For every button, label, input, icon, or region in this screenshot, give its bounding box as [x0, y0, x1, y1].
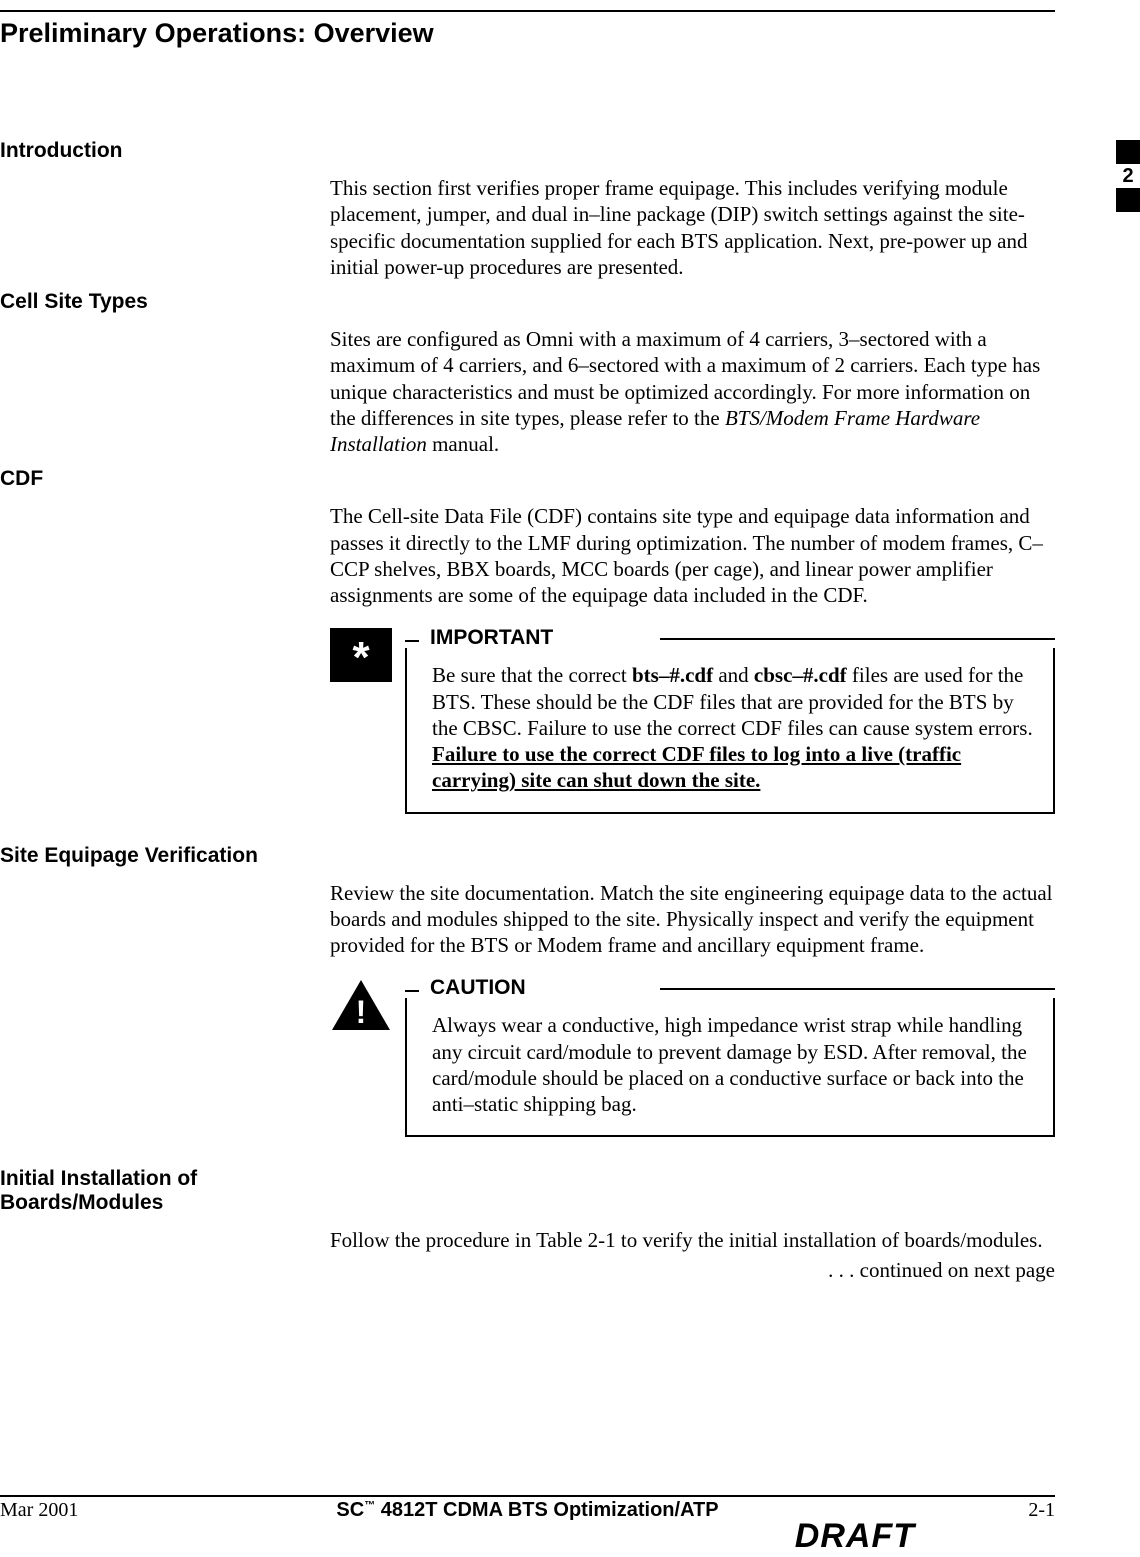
footer-page-number: 2-1 [1028, 1499, 1055, 1522]
svg-text:!: ! [356, 994, 367, 1030]
heading-site-equipage: Site Equipage Verification [0, 844, 1055, 868]
important-pre: Be sure that the correct [432, 663, 632, 687]
intro-body: This section first verifies proper frame… [330, 175, 1055, 280]
star-icon: * [330, 628, 392, 682]
caution-title: CAUTION [430, 976, 526, 999]
important-warning: Failure to use the correct CDF files to … [432, 742, 961, 792]
chapter-tab: 2 [1116, 140, 1140, 212]
cdf-body: The Cell-site Data File (CDF) contains s… [330, 503, 1055, 608]
heading-introduction: Introduction [0, 139, 1055, 163]
caution-callout: ! CAUTION Always wear a conductive, high… [330, 976, 1055, 1137]
page-title: Preliminary Operations: Overview [0, 18, 1055, 49]
important-callout: * IMPORTANT Be sure that the correct bts… [330, 626, 1055, 813]
initial-installation-body: Follow the procedure in Table 2-1 to ver… [330, 1227, 1055, 1253]
tab-marker-top [1116, 140, 1140, 164]
page-footer: Mar 2001 SC™ 4812T CDMA BTS Optimization… [0, 1495, 1055, 1529]
important-body: Be sure that the correct bts–#.cdf and c… [407, 648, 1053, 811]
continued-text: . . . continued on next page [0, 1258, 1055, 1283]
footer-tm: ™ [364, 1499, 375, 1511]
cell-site-types-body: Sites are configured as Omni with a maxi… [330, 326, 1055, 457]
heading-initial-installation: Initial Installation of Boards/Modules [0, 1167, 280, 1215]
important-b2: cbsc–#.cdf [754, 663, 847, 687]
caution-body: Always wear a conductive, high impedance… [407, 998, 1053, 1135]
tab-number: 2 [1116, 164, 1140, 188]
heading-cell-site-types: Cell Site Types [0, 290, 1055, 314]
important-title: IMPORTANT [430, 626, 553, 649]
footer-center-post: 4812T CDMA BTS Optimization/ATP [375, 1499, 718, 1521]
caution-icon: ! [330, 978, 392, 1032]
heading-cdf: CDF [0, 467, 1055, 491]
draft-watermark: DRAFT [795, 1517, 915, 1556]
important-b1: bts–#.cdf [632, 663, 713, 687]
site-equipage-body: Review the site documentation. Match the… [330, 880, 1055, 959]
footer-center-pre: SC [336, 1499, 364, 1521]
tab-marker-bottom [1116, 188, 1140, 212]
svg-text:*: * [352, 633, 370, 682]
important-mid1: and [713, 663, 754, 687]
cell-body-post: manual. [427, 432, 499, 456]
